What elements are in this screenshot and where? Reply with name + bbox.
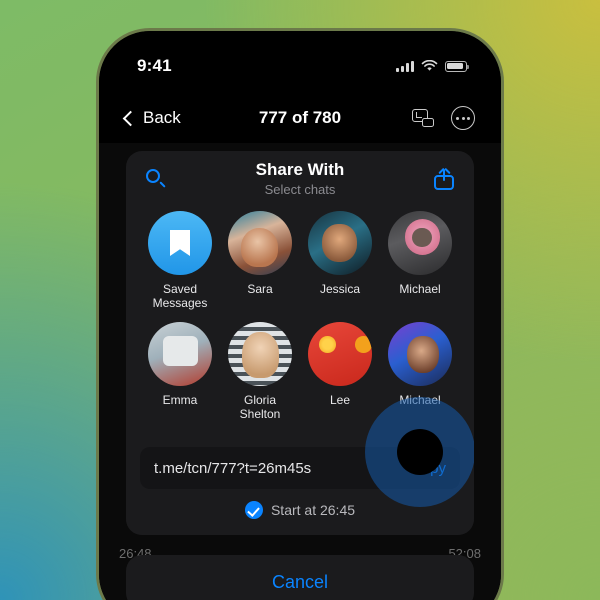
avatar	[228, 322, 292, 386]
start-at-row[interactable]: Start at 26:45	[140, 501, 460, 519]
chat-item-lee[interactable]: Lee	[300, 322, 380, 421]
chat-item-michael-1[interactable]: Michael	[380, 211, 460, 310]
chat-row-1: Saved Messages Sara Jessica Michael	[140, 211, 460, 310]
chat-item-emma[interactable]: Emma	[140, 322, 220, 421]
chat-item-jessica[interactable]: Jessica	[300, 211, 380, 310]
status-bar-indicators	[396, 60, 469, 72]
chat-row-2: Emma Gloria Shelton Lee Michael	[140, 322, 460, 421]
chat-item-label: Emma	[162, 393, 198, 407]
avatar	[388, 211, 452, 275]
chat-label-line2: Shelton	[239, 407, 281, 421]
nav-actions	[412, 106, 475, 130]
chat-item-label: Sara	[247, 282, 273, 296]
start-at-label: Start at 26:45	[270, 502, 356, 518]
chat-label-line1: Saved	[162, 282, 197, 296]
phone-screen: 9:41 Back 777 of 780 26:48 52:08 Share W…	[99, 31, 501, 600]
share-sheet: Share With Select chats Saved Messages S…	[126, 151, 474, 535]
chat-item-label: Michael	[399, 282, 441, 296]
more-options-icon[interactable]	[451, 106, 475, 130]
bookmark-icon	[170, 230, 190, 256]
chat-item-saved-messages[interactable]: Saved Messages	[140, 211, 220, 310]
avatar	[308, 322, 372, 386]
link-section: t.me/tcn/777?t=26m45s Copy Start at 26:4…	[126, 397, 474, 535]
back-button[interactable]: Back	[122, 108, 181, 128]
chat-item-label: Gloria Shelton	[240, 393, 281, 421]
phone-frame: 9:41 Back 777 of 780 26:48 52:08 Share W…	[96, 28, 504, 600]
chat-item-michael-2[interactable]: Michael	[380, 322, 460, 421]
status-bar: 9:41	[99, 31, 501, 87]
status-bar-clock: 9:41	[137, 56, 172, 75]
battery-icon	[445, 60, 469, 72]
share-link-value[interactable]: t.me/tcn/777?t=26m45s	[154, 460, 397, 477]
share-icon[interactable]	[434, 167, 454, 190]
chat-item-label: Michael	[399, 393, 441, 407]
search-icon[interactable]	[146, 169, 166, 188]
chat-item-label: Lee	[329, 393, 351, 407]
avatar	[228, 211, 292, 275]
picture-in-picture-icon[interactable]	[412, 109, 434, 127]
checkbox-checked-icon[interactable]	[244, 501, 263, 519]
chat-label-line2: Messages	[152, 296, 208, 310]
signal-bars-icon	[396, 60, 414, 72]
chevron-left-icon	[122, 110, 139, 126]
chat-item-label: Saved Messages	[153, 282, 208, 310]
share-sheet-subtitle: Select chats	[264, 182, 336, 197]
chat-item-label: Jessica	[319, 282, 360, 296]
share-sheet-titles: Share With Select chats	[126, 151, 474, 197]
avatar	[308, 211, 372, 275]
cancel-button[interactable]: Cancel	[126, 555, 474, 600]
copy-button[interactable]: Copy	[397, 460, 446, 477]
navigation-bar: Back 777 of 780	[99, 93, 501, 143]
avatar	[148, 211, 212, 275]
back-button-label: Back	[143, 108, 181, 127]
chat-label-line1: Gloria	[243, 393, 276, 407]
share-sheet-header: Share With Select chats	[126, 151, 474, 209]
share-sheet-title: Share With	[255, 160, 345, 179]
wifi-icon	[421, 60, 438, 71]
chat-item-gloria-shelton[interactable]: Gloria Shelton	[220, 322, 300, 421]
avatar	[148, 322, 212, 386]
link-row: t.me/tcn/777?t=26m45s Copy	[140, 447, 460, 489]
avatar	[388, 322, 452, 386]
chat-item-sara[interactable]: Sara	[220, 211, 300, 310]
